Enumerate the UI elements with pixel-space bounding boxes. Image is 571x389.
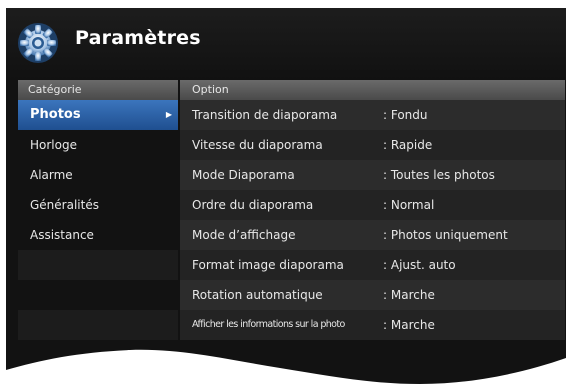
category-list: Photos ▶ Horloge Alarme Généralités Assi…	[18, 100, 178, 340]
option-value: : Photos uniquement	[383, 228, 508, 242]
option-label: Format image diaporama	[192, 258, 344, 272]
option-value: : Marche	[383, 288, 435, 302]
option-row-order[interactable]: Ordre du diaporama : Normal	[180, 190, 565, 220]
option-row-auto-rotation[interactable]: Rotation automatique : Marche	[180, 280, 565, 310]
category-empty-slot	[18, 280, 178, 310]
option-row-mode[interactable]: Mode Diaporama : Toutes les photos	[180, 160, 565, 190]
option-label: Afficher les informations sur la photo	[192, 319, 345, 330]
category-item-horloge[interactable]: Horloge	[18, 130, 178, 160]
category-empty-slot	[18, 250, 178, 280]
category-label: Assistance	[30, 228, 94, 242]
category-item-alarme[interactable]: Alarme	[18, 160, 178, 190]
option-row-image-format[interactable]: Format image diaporama : Ajust. auto	[180, 250, 565, 280]
option-label: Mode d’affichage	[192, 228, 296, 242]
category-label: Généralités	[30, 198, 99, 212]
category-item-generalites[interactable]: Généralités	[18, 190, 178, 220]
option-value: : Ajust. auto	[383, 258, 456, 272]
settings-gear-icon	[18, 23, 58, 63]
option-value: : Marche	[383, 318, 435, 332]
option-row-speed[interactable]: Vitesse du diaporama : Rapide	[180, 130, 565, 160]
option-label: Transition de diaporama	[192, 108, 338, 122]
page-title: Paramètres	[75, 27, 201, 49]
option-value: : Rapide	[383, 138, 433, 152]
option-label: Vitesse du diaporama	[192, 138, 323, 152]
option-value: : Fondu	[383, 108, 428, 122]
option-value: : Toutes les photos	[383, 168, 495, 182]
option-list: Transition de diaporama : Fondu Vitesse …	[180, 100, 565, 340]
option-row-display-mode[interactable]: Mode d’affichage : Photos uniquement	[180, 220, 565, 250]
category-label: Horloge	[30, 138, 77, 152]
option-label: Ordre du diaporama	[192, 198, 314, 212]
option-row-photo-info[interactable]: Afficher les informations sur la photo :…	[180, 310, 565, 340]
category-column-header: Catégorie	[18, 80, 178, 100]
header-bar: Paramètres	[0, 0, 571, 80]
option-label: Rotation automatique	[192, 288, 323, 302]
settings-screen: Paramètres Catégorie Option Photos ▶ Hor…	[0, 0, 571, 389]
option-column-header: Option	[180, 80, 565, 100]
category-label: Alarme	[30, 168, 73, 182]
category-item-photos[interactable]: Photos ▶	[18, 100, 178, 130]
chevron-right-icon: ▶	[165, 110, 172, 119]
option-value: : Normal	[383, 198, 435, 212]
option-row-transition[interactable]: Transition de diaporama : Fondu	[180, 100, 565, 130]
option-label: Mode Diaporama	[192, 168, 295, 182]
category-label: Photos	[30, 107, 81, 122]
category-empty-slot	[18, 310, 178, 340]
category-item-assistance[interactable]: Assistance	[18, 220, 178, 250]
